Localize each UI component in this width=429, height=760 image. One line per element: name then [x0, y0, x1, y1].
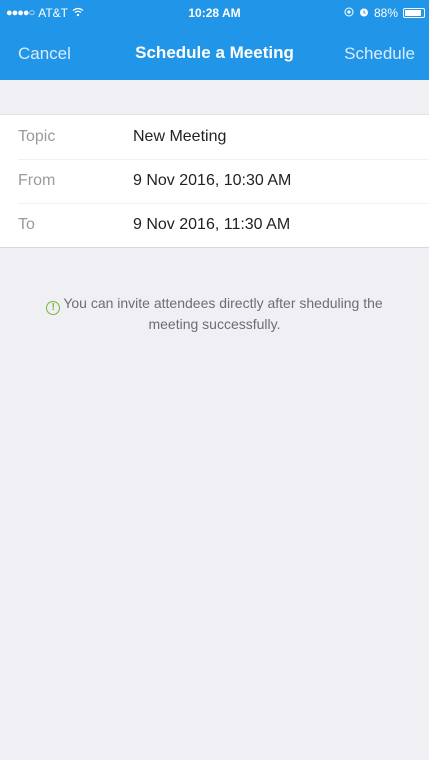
navigation-bar: Cancel Schedule a Meeting Schedule: [0, 28, 429, 80]
schedule-button[interactable]: Schedule: [344, 44, 415, 64]
to-label: To: [18, 216, 35, 233]
battery-percent: 88%: [373, 6, 398, 20]
battery-level-fill: [405, 10, 421, 16]
from-datetime-field[interactable]: 9 Nov 2016, 10:30 AM: [133, 172, 291, 190]
info-icon: !: [46, 301, 61, 315]
info-note: ! You can invite attendees directly after…: [20, 294, 409, 333]
topic-field[interactable]: New Meeting: [133, 128, 226, 146]
to-row[interactable]: To 9 Nov 2016, 11:30 AM: [0, 203, 429, 247]
from-row[interactable]: From 9 Nov 2016, 10:30 AM: [0, 159, 429, 203]
schedule-meeting-screen: ●●●●○ AT&T 10:28 AM 88% Cancel Schedule …: [0, 0, 429, 760]
status-right: 88%: [344, 6, 425, 20]
info-text: You can invite attendees directly after …: [63, 295, 383, 332]
status-bar: ●●●●○ AT&T 10:28 AM 88%: [0, 0, 429, 28]
alarm-icon: [359, 6, 369, 20]
to-datetime-field[interactable]: 9 Nov 2016, 11:30 AM: [133, 216, 290, 234]
from-label: From: [18, 172, 56, 189]
topic-row[interactable]: Topic New Meeting: [0, 115, 429, 159]
battery-icon: [403, 8, 425, 18]
meeting-form: Topic New Meeting From 9 Nov 2016, 10:30…: [0, 114, 429, 248]
topic-label: Topic: [18, 128, 56, 145]
location-icon: [344, 6, 354, 20]
